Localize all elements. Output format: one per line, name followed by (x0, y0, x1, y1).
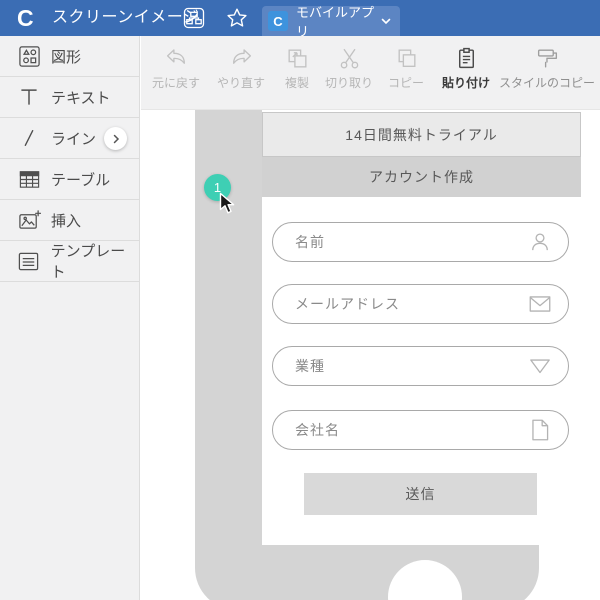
tool-label: スタイルのコピー (499, 74, 595, 91)
drawing-canvas[interactable]: 14日間無料トライアル アカウント作成 名前 メールアドレス (141, 110, 600, 600)
expand-line-panel-button[interactable] (104, 127, 127, 150)
paste-clipboard-icon (453, 45, 479, 71)
sidebar-item-line[interactable]: ライン (0, 118, 139, 159)
field-placeholder: メールアドレス (295, 294, 400, 314)
insert-image-icon (17, 208, 41, 232)
mail-icon (527, 291, 553, 317)
sidebar-item-label: テーブル (51, 169, 110, 190)
undo-icon (163, 45, 189, 71)
sidebar-item-label: テキスト (51, 87, 111, 108)
undo-button[interactable]: 元に戻す (152, 45, 200, 91)
sidebar-item-shapes[interactable]: 図形 (0, 36, 139, 77)
phone-frame[interactable]: 14日間無料トライアル アカウント作成 名前 メールアドレス (195, 110, 539, 600)
app-logo[interactable]: C (17, 4, 34, 32)
person-icon (527, 229, 553, 255)
phone-home-button (388, 560, 462, 600)
document-title: スクリーンイメージ (52, 0, 199, 36)
duplicate-button[interactable]: 複製 (284, 45, 310, 91)
copy-button[interactable]: コピー (388, 45, 424, 91)
submit-button[interactable]: 送信 (304, 473, 537, 515)
star-icon[interactable] (226, 7, 248, 29)
mockup-header[interactable]: 14日間無料トライアル (262, 112, 581, 157)
cut-scissors-icon (336, 45, 362, 71)
sheet-tab-mobile-app[interactable]: C モバイルアプリ (262, 6, 400, 36)
sidebar-item-template[interactable]: テンプレート (0, 241, 139, 282)
shapes-icon (17, 44, 41, 68)
paste-button[interactable]: 貼り付け (442, 45, 490, 91)
tool-label: 元に戻す (152, 74, 200, 91)
sidebar-item-label: ライン (51, 128, 96, 149)
sidebar-item-text[interactable]: テキスト (0, 77, 139, 118)
top-bar: C スクリーンイメージ C モバイルアプリ (0, 0, 600, 36)
tool-label: 貼り付け (442, 74, 490, 91)
sidebar-item-table[interactable]: テーブル (0, 159, 139, 200)
cacoo-editor: C スクリーンイメージ C モバイルアプリ (0, 0, 600, 600)
tool-label: 切り取り (325, 74, 373, 91)
phone-screen: 14日間無料トライアル アカウント作成 名前 メールアドレス (262, 110, 581, 545)
sidebar-item-insert[interactable]: 挿入 (0, 200, 139, 241)
template-icon (17, 249, 41, 273)
company-field[interactable]: 会社名 (272, 410, 569, 450)
field-placeholder: 業種 (295, 356, 325, 376)
chevron-down-icon[interactable] (380, 15, 392, 27)
field-placeholder: 名前 (295, 232, 325, 252)
diagram-list-icon[interactable] (183, 7, 205, 29)
industry-select[interactable]: 業種 (272, 346, 569, 386)
line-icon (17, 126, 41, 150)
sidebar-item-label: テンプレート (51, 240, 139, 282)
left-sidebar: 図形 テキスト ライン (0, 36, 140, 600)
sheet-badge: C (268, 11, 288, 31)
redo-icon (228, 45, 254, 71)
dropdown-triangle-icon (527, 353, 553, 379)
mockup-subheader[interactable]: アカウント作成 (262, 157, 581, 197)
text-icon (17, 85, 41, 109)
mouse-cursor-icon (219, 192, 237, 216)
file-icon (527, 417, 553, 443)
edit-toolbar: 元に戻す やり直す 複製 (141, 36, 600, 110)
sheet-tab-label: モバイルアプリ (296, 2, 378, 40)
tool-label: やり直す (217, 74, 265, 91)
field-placeholder: 会社名 (295, 420, 340, 440)
duplicate-icon (284, 45, 310, 71)
copy-style-button[interactable]: スタイルのコピー (499, 45, 595, 91)
redo-button[interactable]: やり直す (217, 45, 265, 91)
tool-label: コピー (388, 74, 424, 91)
sidebar-item-label: 挿入 (51, 210, 81, 231)
sidebar-item-label: 図形 (51, 46, 81, 67)
name-field[interactable]: 名前 (272, 222, 569, 262)
copy-icon (393, 45, 419, 71)
paint-roller-icon (534, 45, 560, 71)
tool-label: 複製 (285, 74, 309, 91)
email-field[interactable]: メールアドレス (272, 284, 569, 324)
cut-button[interactable]: 切り取り (325, 45, 373, 91)
table-icon (17, 167, 41, 191)
